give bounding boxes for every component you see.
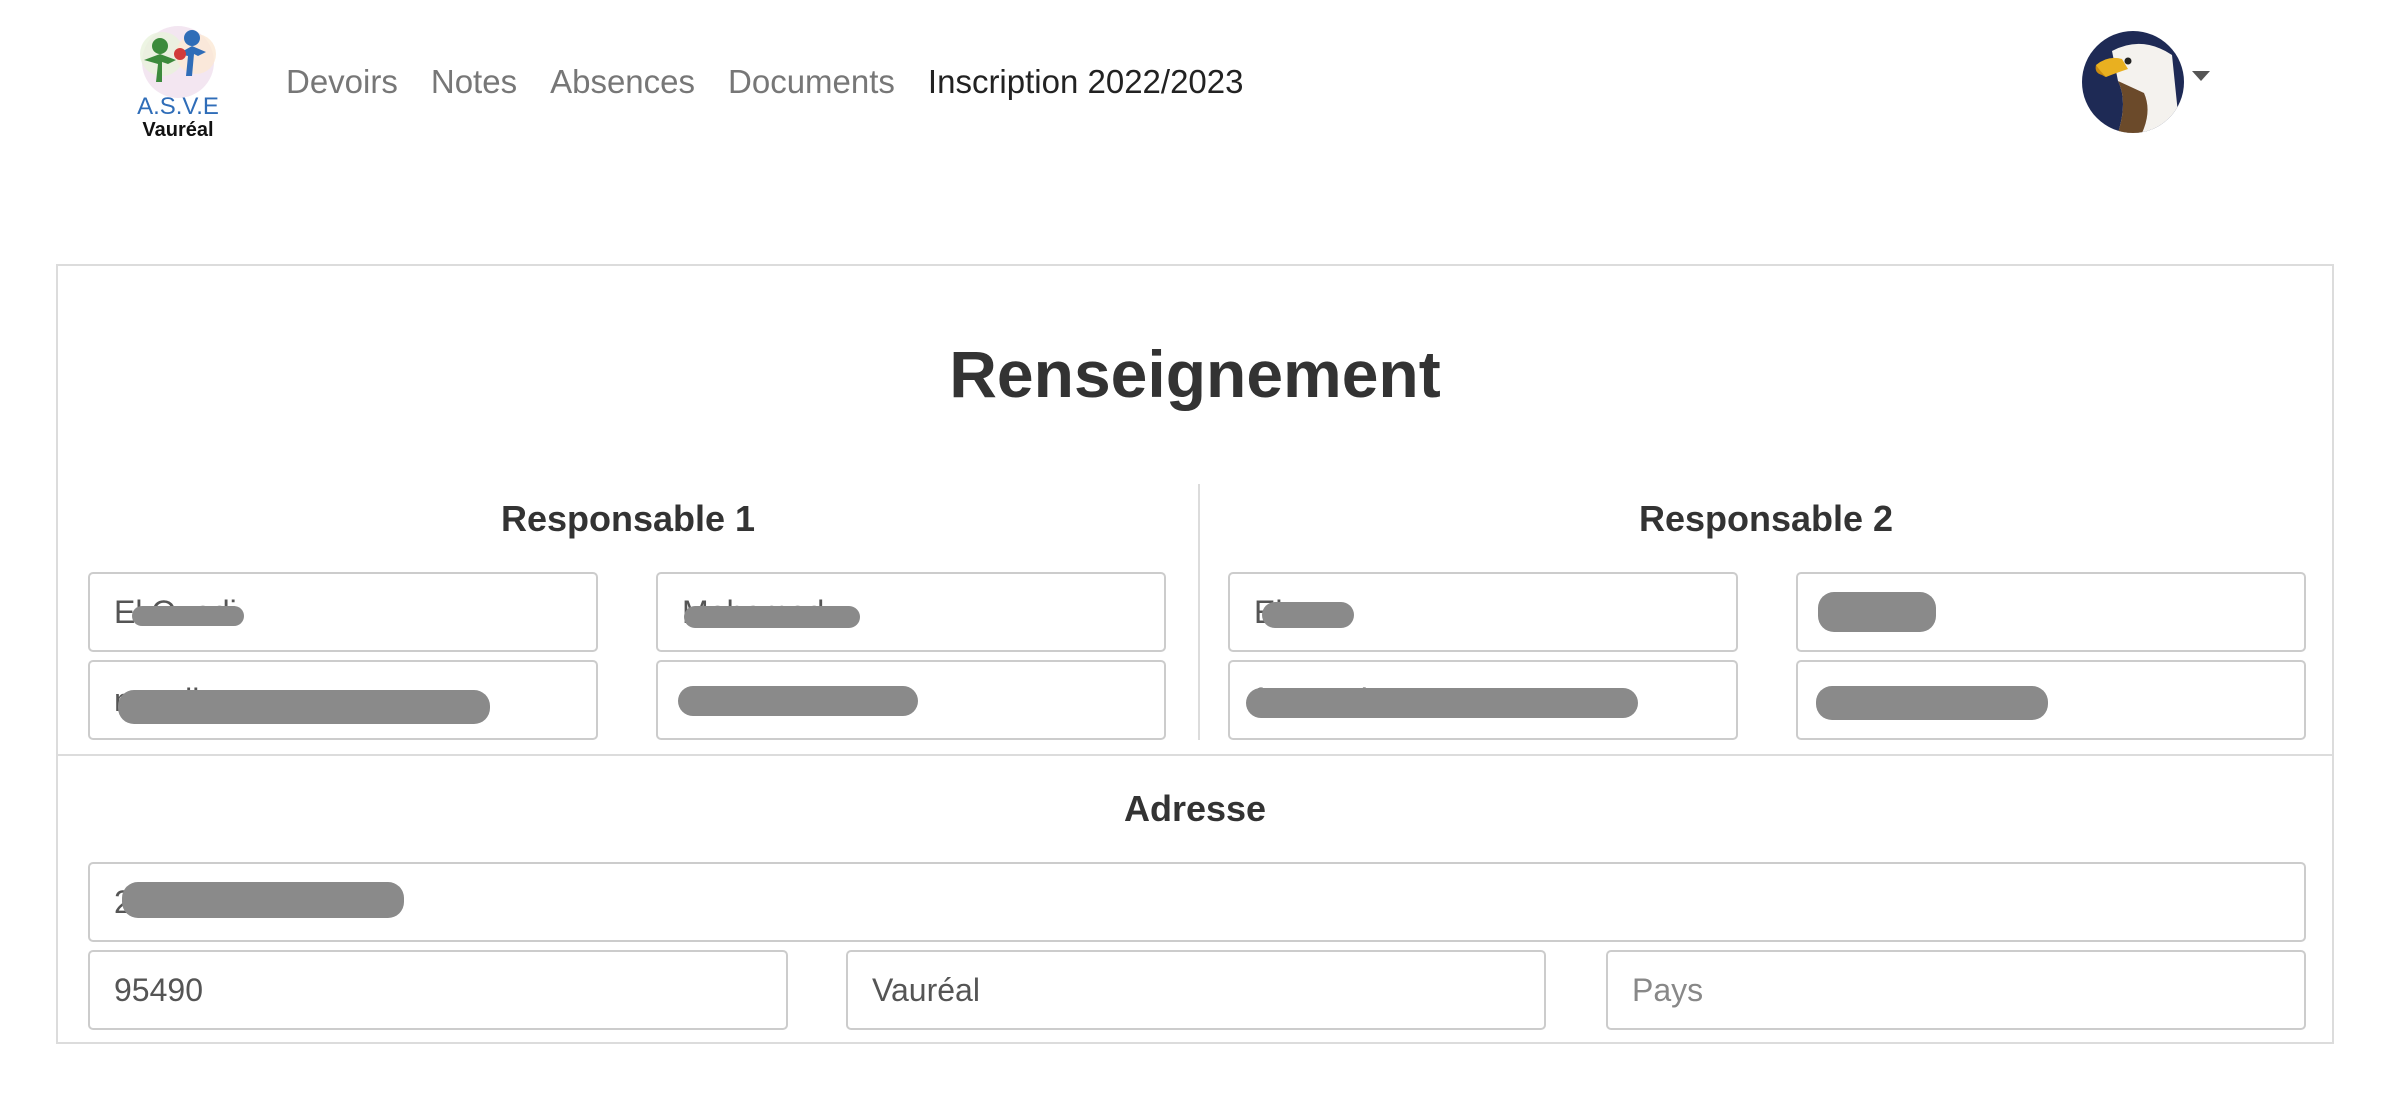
user-menu-toggle[interactable] [2082,31,2210,133]
renseignement-panel: Renseignement Responsable 1 Responsable … [56,264,2334,1044]
responsable-2-heading: Responsable 2 [1638,498,1894,539]
section-divider [58,754,2332,756]
nav-devoirs[interactable]: Devoirs [286,60,398,104]
caret-down-icon[interactable] [2192,71,2210,81]
adresse-rue-input[interactable] [88,862,2306,942]
pays-input[interactable] [1606,950,2306,1030]
ville-input[interactable] [846,950,1546,1030]
asve-logo[interactable]: A.S.V.E Vauréal [122,24,234,142]
adresse-heading: Adresse [1123,788,1267,829]
responsable-2-telephone-input[interactable] [1796,660,2306,740]
responsable-2-email-input[interactable] [1228,660,1738,740]
nav-documents[interactable]: Documents [728,60,895,104]
responsable-1-telephone-input[interactable] [656,660,1166,740]
responsable-2-nom-input[interactable] [1228,572,1738,652]
nav-notes[interactable]: Notes [431,60,517,104]
avatar[interactable] [2082,31,2184,133]
nav-absences[interactable]: Absences [550,60,695,104]
responsable-1-heading: Responsable 1 [500,498,756,539]
logo-text-asve: A.S.V.E [137,93,219,120]
responsable-2-prenom-input[interactable] [1796,572,2306,652]
top-navbar: A.S.V.E Vauréal Devoirs Notes Absences D… [0,0,2382,170]
responsable-1-nom-input[interactable] [88,572,598,652]
page-title: Renseignement [949,337,1441,411]
code-postal-input[interactable] [88,950,788,1030]
main-nav: Devoirs Notes Absences Documents Inscrip… [286,60,1276,104]
responsable-1-email-input[interactable] [88,660,598,740]
nav-inscription[interactable]: Inscription 2022/2023 [928,60,1244,104]
logo-text-vaureal: Vauréal [142,119,213,141]
responsable-1-prenom-input[interactable] [656,572,1166,652]
column-divider [1198,484,1200,740]
